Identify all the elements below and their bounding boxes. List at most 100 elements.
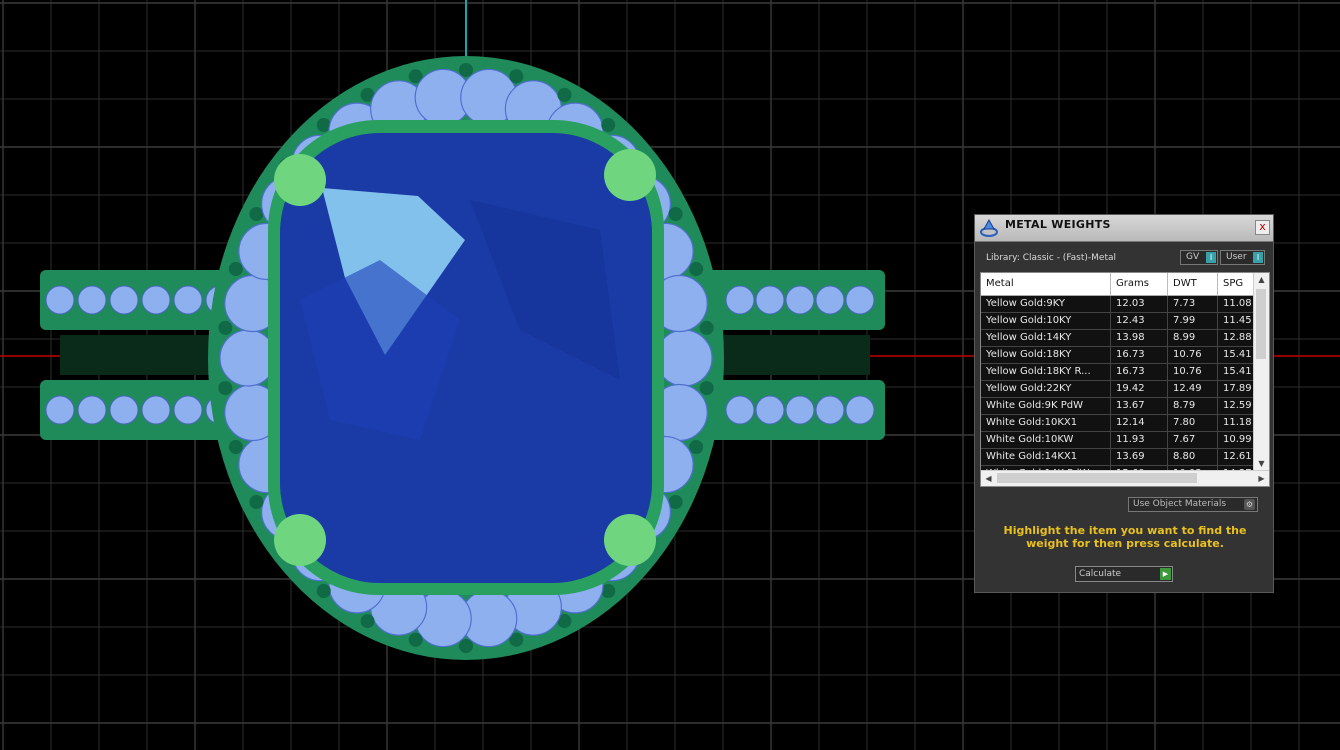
- horizontal-scrollbar[interactable]: ◀ ▶: [981, 470, 1269, 486]
- table-row[interactable]: White Gold:10KX1 12.14 7.80 11.18: [981, 415, 1258, 432]
- scroll-right-icon[interactable]: ▶: [1254, 471, 1269, 486]
- vertical-scrollbar[interactable]: ▲ ▼: [1253, 273, 1269, 471]
- band-stone: [755, 285, 785, 315]
- prong: [604, 149, 656, 201]
- halo-bead: [249, 495, 264, 509]
- grams-cell: 13.98: [1111, 330, 1168, 346]
- halo-bead: [668, 207, 683, 221]
- band-stone: [725, 285, 755, 315]
- halo-bead: [218, 381, 233, 396]
- spg-cell: 12.88: [1218, 330, 1258, 346]
- table-row[interactable]: White Gold:14KX1 13.69 8.80 12.61: [981, 449, 1258, 466]
- gv-toggle[interactable]: GV I: [1180, 250, 1218, 265]
- prong: [604, 514, 656, 566]
- dwt-cell: 10.76: [1168, 347, 1218, 363]
- band-stone: [141, 285, 171, 315]
- grams-cell: 12.03: [1111, 296, 1168, 312]
- table-row[interactable]: Yellow Gold:14KY 13.98 8.99 12.88: [981, 330, 1258, 347]
- band-stone: [815, 395, 845, 425]
- scroll-up-icon[interactable]: ▲: [1254, 273, 1269, 287]
- library-label: Library: Classic - (Fast)-Metal: [986, 253, 1117, 263]
- column-header-grams[interactable]: Grams: [1111, 273, 1168, 295]
- halo-bead: [228, 262, 243, 277]
- grams-cell: 13.69: [1111, 449, 1168, 465]
- band-stone: [845, 395, 875, 425]
- band-stone: [109, 395, 139, 425]
- scroll-left-icon[interactable]: ◀: [981, 471, 996, 486]
- metal-cell: Yellow Gold:9KY: [981, 296, 1111, 312]
- dwt-cell: 8.79: [1168, 398, 1218, 414]
- table-row[interactable]: Yellow Gold:18KY R... 16.73 10.76 15.41: [981, 364, 1258, 381]
- table-row[interactable]: White Gold:10KW 11.93 7.67 10.99: [981, 432, 1258, 449]
- halo-bead: [408, 632, 423, 647]
- halo-stone: [219, 329, 277, 387]
- column-header-metal[interactable]: Metal: [981, 273, 1111, 295]
- metal-weights-table[interactable]: Metal Grams DWT SPG Yellow Gold:9KY 12.03…: [980, 272, 1270, 487]
- spg-cell: 15.41: [1218, 347, 1258, 363]
- table-row[interactable]: White Gold:9K PdW 13.67 8.79 12.59: [981, 398, 1258, 415]
- dwt-cell: 7.67: [1168, 432, 1218, 448]
- halo-bead: [249, 207, 264, 221]
- table-row[interactable]: Yellow Gold:9KY 12.03 7.73 11.08: [981, 296, 1258, 313]
- spg-cell: 12.59: [1218, 398, 1258, 414]
- metal-cell: White Gold:9K PdW: [981, 398, 1111, 414]
- panel-titlebar[interactable]: METAL WEIGHTS x: [975, 215, 1273, 242]
- column-header-dwt[interactable]: DWT: [1168, 273, 1218, 295]
- band-stone: [785, 395, 815, 425]
- metal-cell: White Gold:10KW: [981, 432, 1111, 448]
- spg-cell: 11.45: [1218, 313, 1258, 329]
- halo-bead: [689, 439, 704, 454]
- halo-bead: [218, 320, 233, 335]
- close-icon: x: [1259, 220, 1266, 233]
- spg-cell: 15.41: [1218, 364, 1258, 380]
- dwt-cell: 7.73: [1168, 296, 1218, 312]
- dwt-cell: 10.76: [1168, 364, 1218, 380]
- table-row[interactable]: Yellow Gold:22KY 19.42 12.49 17.89: [981, 381, 1258, 398]
- ring-app-icon: [980, 218, 998, 237]
- scroll-down-icon[interactable]: ▼: [1254, 457, 1269, 471]
- instruction-text: Highlight the item you want to find the …: [1003, 524, 1247, 550]
- band-stone: [173, 285, 203, 315]
- panel-title: METAL WEIGHTS: [1005, 218, 1111, 231]
- band-stone: [45, 285, 75, 315]
- table-row[interactable]: Yellow Gold:18KY 16.73 10.76 15.41: [981, 347, 1258, 364]
- halo-bead: [699, 320, 714, 335]
- play-icon: ▶: [1160, 568, 1171, 580]
- toggle-indicator-icon: I: [1206, 252, 1216, 263]
- band-stone: [755, 395, 785, 425]
- metal-cell: Yellow Gold:18KY: [981, 347, 1111, 363]
- spg-cell: 11.18: [1218, 415, 1258, 431]
- band-stone: [109, 285, 139, 315]
- band-stone: [77, 395, 107, 425]
- halo-bead: [459, 639, 473, 653]
- scrollbar-thumb[interactable]: [1256, 289, 1266, 359]
- column-header-spg[interactable]: SPG: [1218, 273, 1258, 295]
- halo-bead: [699, 381, 714, 396]
- band-stone: [725, 395, 755, 425]
- user-toggle[interactable]: User I: [1220, 250, 1265, 265]
- spg-cell: 17.89: [1218, 381, 1258, 397]
- table-header: Metal Grams DWT SPG: [981, 273, 1258, 296]
- toggle-indicator-icon: I: [1253, 252, 1263, 263]
- user-toggle-label: User: [1226, 252, 1247, 262]
- metal-cell: White Gold:10KX1: [981, 415, 1111, 431]
- halo-bead: [228, 439, 243, 454]
- band-stone: [785, 285, 815, 315]
- scrollbar-thumb[interactable]: [997, 473, 1197, 483]
- table-body: Yellow Gold:9KY 12.03 7.73 11.08 Yellow Gold…: [981, 296, 1258, 483]
- table-row[interactable]: Yellow Gold:10KY 12.43 7.99 11.45: [981, 313, 1258, 330]
- metal-cell: Yellow Gold:14KY: [981, 330, 1111, 346]
- spg-cell: 10.99: [1218, 432, 1258, 448]
- halo-bead: [689, 262, 704, 277]
- halo-stone: [655, 329, 713, 387]
- band-stone: [45, 395, 75, 425]
- calculate-label: Calculate: [1079, 569, 1122, 579]
- grams-cell: 11.93: [1111, 432, 1168, 448]
- grams-cell: 19.42: [1111, 381, 1168, 397]
- grams-cell: 12.43: [1111, 313, 1168, 329]
- close-button[interactable]: x: [1255, 220, 1270, 235]
- calculate-button[interactable]: Calculate ▶: [1075, 566, 1173, 582]
- use-object-materials-button[interactable]: Use Object Materials ⚙: [1128, 497, 1258, 512]
- band-stone: [77, 285, 107, 315]
- halo-bead: [601, 118, 616, 133]
